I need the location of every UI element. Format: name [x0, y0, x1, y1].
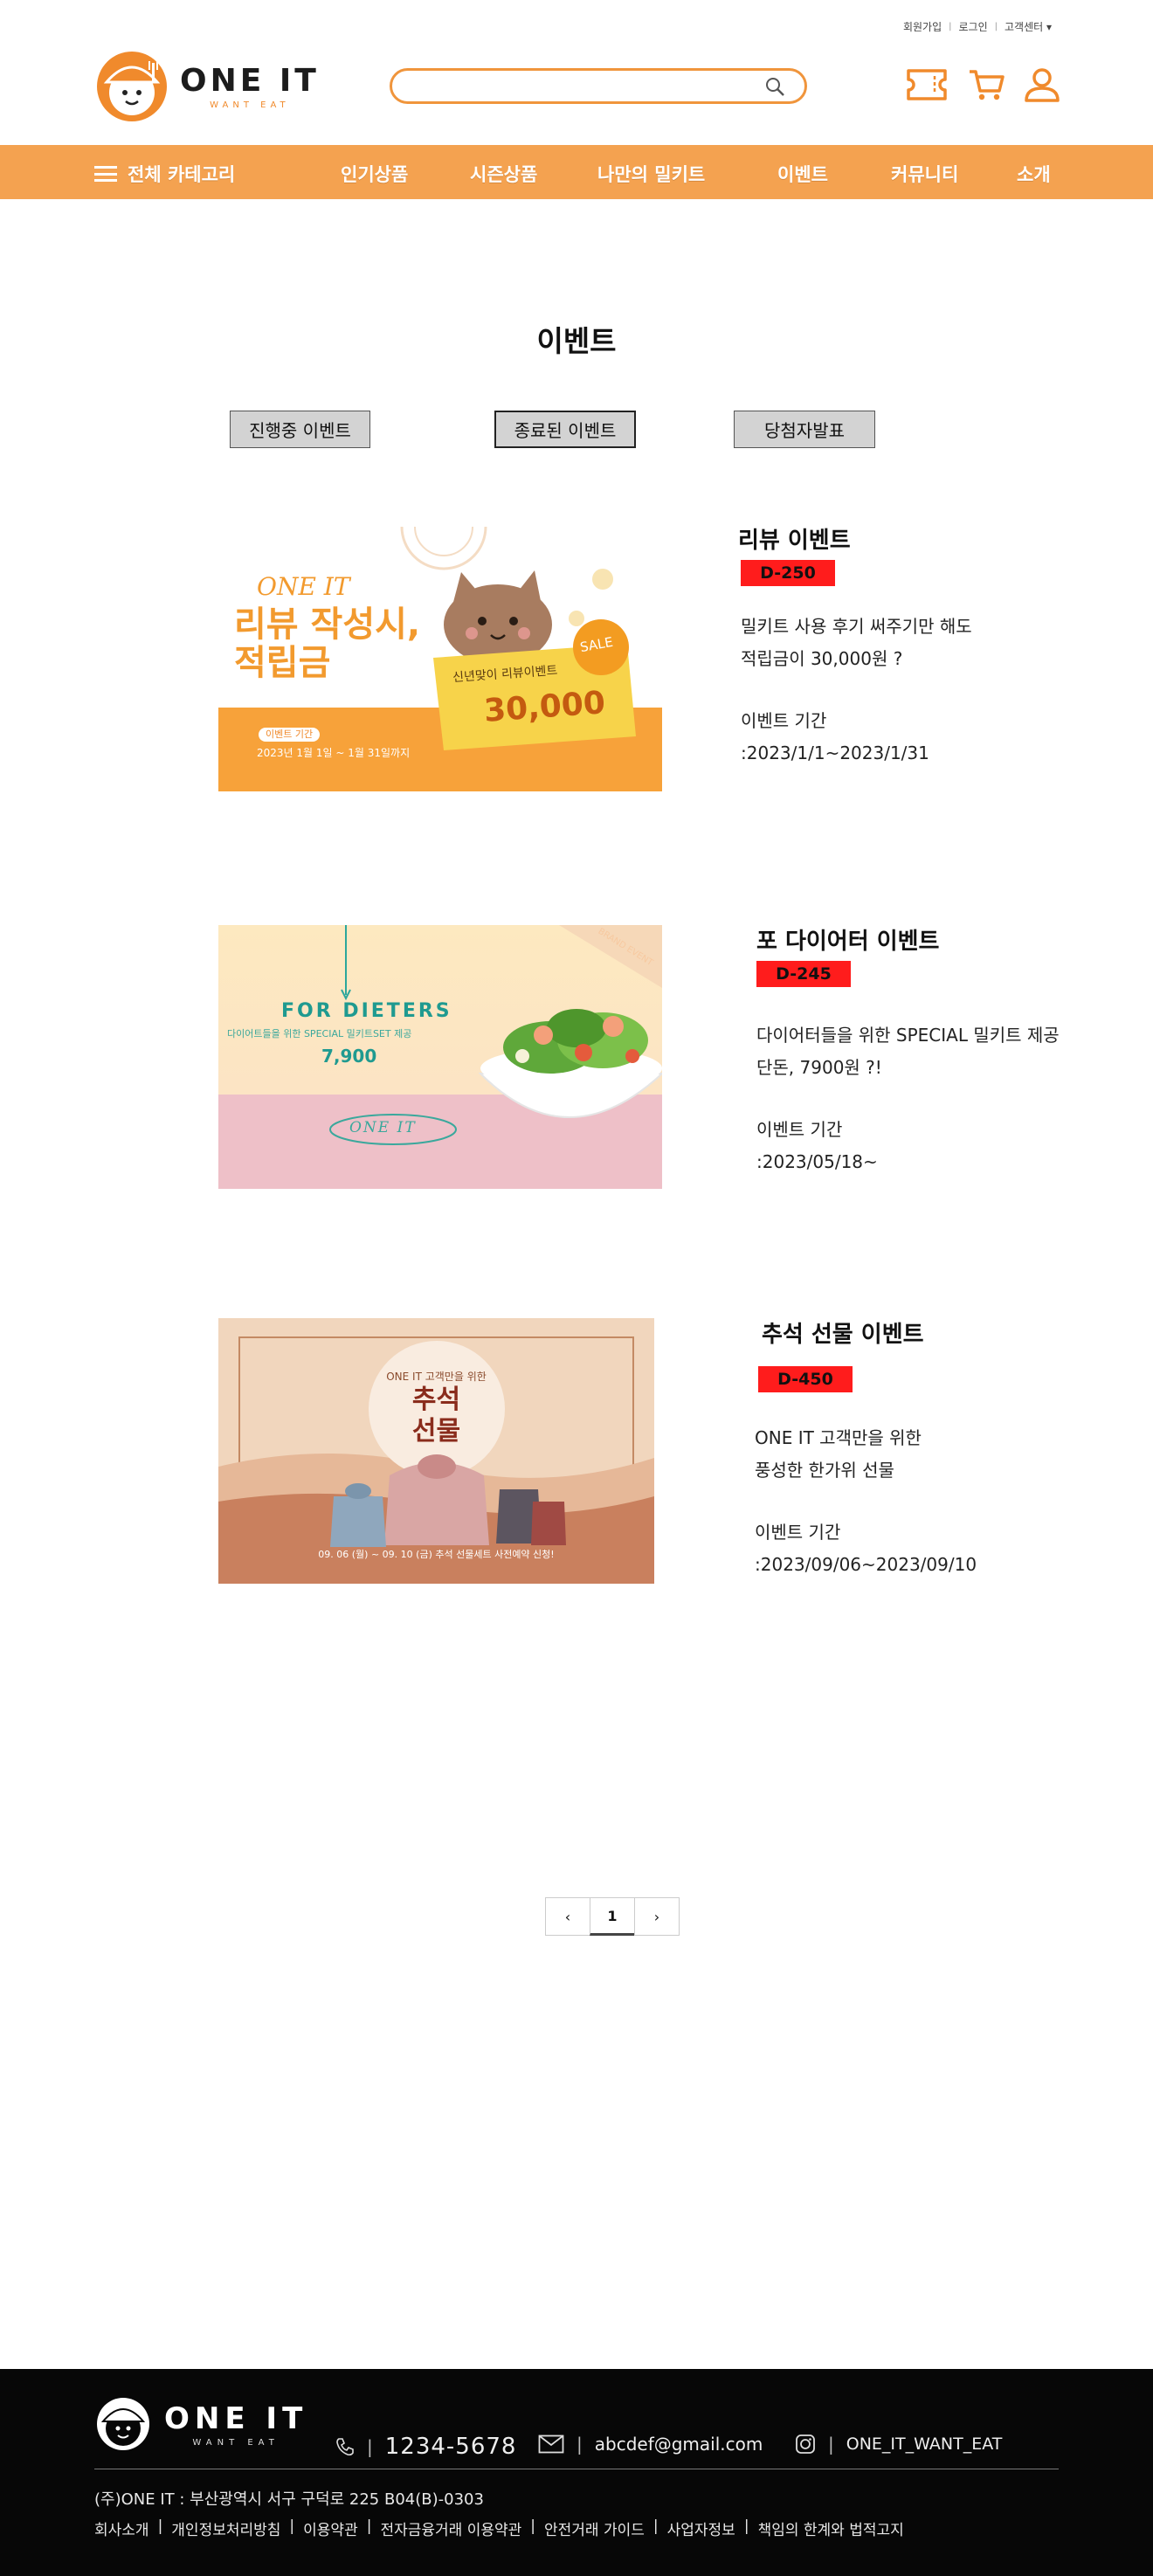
banner-headline: FOR DIETERS — [281, 1000, 452, 1022]
search-input[interactable] — [406, 71, 756, 100]
chuseok-banner-art — [218, 1318, 654, 1584]
footer-email: | abcdef@gmail.com — [538, 2434, 763, 2455]
event-description: 밀키트 사용 후기 써주기만 해도 적립금이 30,000원 ? 이벤트 기간 … — [741, 616, 972, 763]
divider: | — [949, 22, 952, 31]
pagination: ‹ 1 › — [545, 1897, 680, 1936]
event-title[interactable]: 포 다이어터 이벤트 — [756, 923, 939, 956]
utility-links: 회원가입 | 로그인 | 고객센터 ▾ — [903, 19, 1052, 34]
dday-badge: D-250 — [741, 560, 835, 586]
dday-badge: D-450 — [758, 1366, 853, 1392]
dieter-event-banner[interactable]: FOR DIETERS 다이어트들을 위한 SPECIAL 밀키트SET 제공 … — [218, 925, 662, 1189]
site-logo[interactable]: ONE IT WANT EAT — [94, 49, 320, 124]
banner-bottom: 09. 06 (월) ~ 09. 10 (금) 추석 선물세트 사전예약 신청! — [318, 1549, 555, 1560]
banner-sub: 다이어트들을 위한 SPECIAL 밀키트SET 제공 — [227, 1028, 412, 1039]
user-icon[interactable] — [1024, 66, 1060, 107]
logo-name: ONE IT — [180, 63, 320, 99]
footer-phone: | 1234-5678 — [335, 2434, 516, 2460]
footer-link-about[interactable]: 회사소개 — [94, 2517, 149, 2539]
footer-links: 회사소개 | 개인정보처리방침 | 이용약관 | 전자금융거래 이용약관 | 안… — [94, 2517, 904, 2539]
footer-logo-tagline: WANT EAT — [192, 2437, 280, 2448]
page-title: 이벤트 — [536, 324, 617, 358]
nav-item-community[interactable]: 커뮤니티 — [891, 161, 958, 187]
login-link[interactable]: 로그인 — [959, 19, 988, 34]
banner-stamp: ONE IT — [349, 1119, 417, 1136]
instagram-icon[interactable] — [795, 2434, 816, 2455]
chuseok-event-banner[interactable]: ONE IT 고객만을 위한 추석 선물 09. 06 (월) ~ 09. 10… — [218, 1318, 654, 1584]
footer-instagram: | ONE_IT_WANT_EAT — [795, 2434, 1002, 2455]
footer-link-terms[interactable]: 이용약관 — [303, 2517, 358, 2539]
tab-winners[interactable]: 당첨자발표 — [734, 411, 875, 448]
nav-all-category[interactable]: 전체 카테고리 — [94, 161, 235, 187]
header-icons — [905, 66, 1060, 107]
event-description: ONE IT 고객만을 위한 풍성한 한가위 선물 이벤트 기간 :2023/0… — [755, 1427, 977, 1575]
footer-link-e-finance-terms[interactable]: 전자금융거래 이용약관 — [380, 2517, 521, 2539]
nav-item-season[interactable]: 시즌상품 — [470, 161, 537, 187]
banner-headline: 리뷰 작성시, 적립금 — [234, 604, 421, 683]
search-bar — [390, 68, 807, 104]
page-number-current[interactable]: 1 — [590, 1897, 635, 1936]
footer-address: (주)ONE IT : 부산광역시 서구 구덕로 225 B04(B)-0303 — [94, 2490, 484, 2509]
coupon-icon[interactable] — [905, 67, 949, 106]
dday-badge: D-245 — [756, 961, 851, 987]
event-title[interactable]: 리뷰 이벤트 — [738, 522, 851, 555]
footer-logo-name: ONE IT — [164, 2400, 308, 2436]
next-page-button[interactable]: › — [634, 1897, 680, 1936]
banner-headline: 추석 선물 — [411, 1385, 461, 1447]
support-dropdown[interactable]: 고객센터 ▾ — [1005, 19, 1052, 34]
tab-ongoing[interactable]: 진행중 이벤트 — [230, 411, 370, 448]
cart-icon[interactable] — [968, 66, 1005, 107]
chef-logo-icon — [97, 52, 167, 121]
chef-logo-icon — [97, 2398, 149, 2450]
footer-link-legal-notice[interactable]: 책임의 한계와 법적고지 — [758, 2517, 904, 2539]
footer-logo[interactable]: ONE IT WANT EAT — [94, 2395, 307, 2453]
search-icon[interactable] — [764, 76, 785, 97]
dieter-banner-art — [218, 925, 662, 1189]
banner-brand: ONE IT — [257, 572, 350, 601]
footer-link-privacy[interactable]: 개인정보처리방침 — [171, 2517, 280, 2539]
phone-icon — [336, 2438, 354, 2456]
logo-tagline: WANT EAT — [210, 100, 290, 110]
nav-item-my-mealkit[interactable]: 나만의 밀키트 — [597, 161, 705, 187]
event-title[interactable]: 추석 선물 이벤트 — [762, 1316, 924, 1349]
nav-item-popular[interactable]: 인기상품 — [341, 161, 408, 187]
signup-link[interactable]: 회원가입 — [903, 19, 942, 34]
nav-item-event[interactable]: 이벤트 — [777, 161, 828, 187]
banner-period-tag: 이벤트 기간 — [259, 728, 321, 742]
divider: | — [994, 22, 998, 31]
banner-period-text: 2023년 1월 1일 ~ 1월 31일까지 — [257, 747, 411, 759]
tab-ended[interactable]: 종료된 이벤트 — [494, 411, 636, 448]
footer-link-business-info[interactable]: 사업자정보 — [667, 2517, 735, 2539]
footer: ONE IT WANT EAT | 1234-5678 | abcdef@gma… — [0, 2369, 1153, 2576]
banner-top: ONE IT 고객만을 위한 — [386, 1371, 487, 1383]
event-description: 다이어터들을 위한 SPECIAL 밀키트 제공 단돈, 7900원 ?! 이벤… — [756, 1025, 1060, 1172]
footer-link-safe-trade-guide[interactable]: 안전거래 가이드 — [544, 2517, 645, 2539]
nav-item-about[interactable]: 소개 — [1017, 161, 1051, 187]
banner-price: 7,900 — [321, 1046, 377, 1067]
mail-icon — [538, 2434, 564, 2454]
main-nav: 전체 카테고리 인기상품 시즌상품 나만의 밀키트 이벤트 커뮤니티 소개 — [0, 145, 1153, 199]
menu-icon — [94, 166, 117, 182]
prev-page-button[interactable]: ‹ — [545, 1897, 590, 1936]
review-event-banner[interactable]: ONE IT 리뷰 작성시, 적립금 신년맞이 리뷰이벤트 30,000 SAL… — [218, 527, 662, 791]
